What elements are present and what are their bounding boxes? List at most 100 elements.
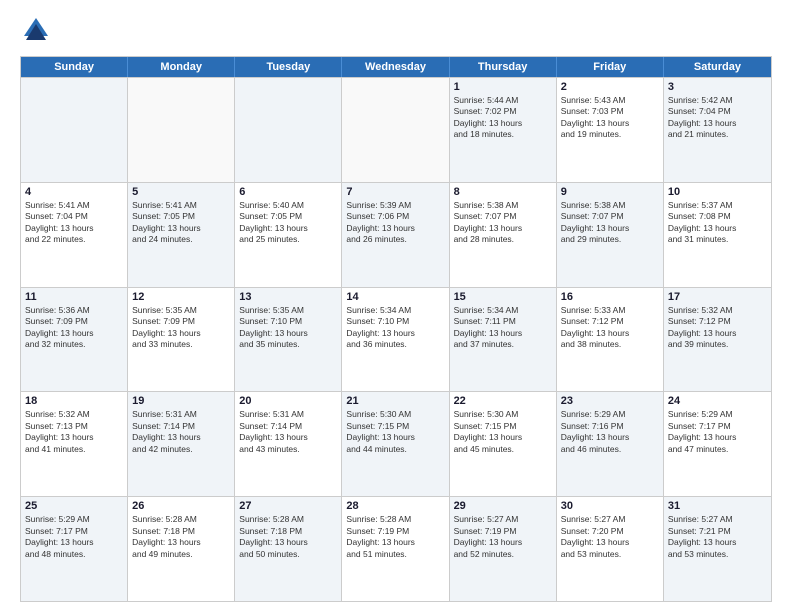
day-number: 8	[454, 186, 552, 198]
day-number: 26	[132, 500, 230, 512]
day-info: Sunrise: 5:28 AM Sunset: 7:19 PM Dayligh…	[346, 514, 444, 560]
day-info: Sunrise: 5:34 AM Sunset: 7:11 PM Dayligh…	[454, 305, 552, 351]
day-info: Sunrise: 5:35 AM Sunset: 7:10 PM Dayligh…	[239, 305, 337, 351]
day-number: 2	[561, 81, 659, 93]
day-info: Sunrise: 5:35 AM Sunset: 7:09 PM Dayligh…	[132, 305, 230, 351]
day-number: 3	[668, 81, 767, 93]
day-number: 23	[561, 395, 659, 407]
day-cell-12: 12 Sunrise: 5:35 AM Sunset: 7:09 PM Dayli…	[128, 288, 235, 392]
day-number: 7	[346, 186, 444, 198]
day-number: 15	[454, 291, 552, 303]
empty-cell	[235, 78, 342, 182]
logo	[20, 16, 58, 48]
day-number: 30	[561, 500, 659, 512]
day-number: 19	[132, 395, 230, 407]
day-info: Sunrise: 5:39 AM Sunset: 7:06 PM Dayligh…	[346, 200, 444, 246]
day-info: Sunrise: 5:30 AM Sunset: 7:15 PM Dayligh…	[346, 409, 444, 455]
day-cell-31: 31Sunrise: 5:27 AM Sunset: 7:21 PM Dayli…	[664, 497, 771, 601]
day-number: 6	[239, 186, 337, 198]
day-info: Sunrise: 5:31 AM Sunset: 7:14 PM Dayligh…	[132, 409, 230, 455]
day-info: Sunrise: 5:34 AM Sunset: 7:10 PM Dayligh…	[346, 305, 444, 351]
day-number: 11	[25, 291, 123, 303]
day-cell-10: 10 Sunrise: 5:37 AM Sunset: 7:08 PM Dayli…	[664, 183, 771, 287]
day-cell-29: 29Sunrise: 5:27 AM Sunset: 7:19 PM Dayli…	[450, 497, 557, 601]
day-info: Sunrise: 5:29 AM Sunset: 7:17 PM Dayligh…	[668, 409, 767, 455]
day-info: Sunrise: 5:29 AM Sunset: 7:17 PM Dayligh…	[25, 514, 123, 560]
day-info: Sunrise: 5:41 AM Sunset: 7:04 PM Dayligh…	[25, 200, 123, 246]
day-header-wednesday: Wednesday	[342, 57, 449, 77]
day-info: Sunrise: 5:37 AM Sunset: 7:08 PM Dayligh…	[668, 200, 767, 246]
day-cell-9: 9 Sunrise: 5:38 AM Sunset: 7:07 PM Daylig…	[557, 183, 664, 287]
day-info: Sunrise: 5:29 AM Sunset: 7:16 PM Dayligh…	[561, 409, 659, 455]
logo-icon	[20, 16, 52, 48]
calendar-row-3: 11 Sunrise: 5:36 AM Sunset: 7:09 PM Dayli…	[21, 287, 771, 392]
day-header-thursday: Thursday	[450, 57, 557, 77]
day-cell-16: 16Sunrise: 5:33 AM Sunset: 7:12 PM Dayli…	[557, 288, 664, 392]
header	[20, 16, 772, 48]
day-cell-23: 23 Sunrise: 5:29 AM Sunset: 7:16 PM Dayli…	[557, 392, 664, 496]
day-number: 18	[25, 395, 123, 407]
calendar-row-1: 1 Sunrise: 5:44 AM Sunset: 7:02 PM Daylig…	[21, 77, 771, 182]
calendar-row-4: 18Sunrise: 5:32 AM Sunset: 7:13 PM Dayli…	[21, 391, 771, 496]
day-info: Sunrise: 5:38 AM Sunset: 7:07 PM Dayligh…	[454, 200, 552, 246]
day-cell-13: 13 Sunrise: 5:35 AM Sunset: 7:10 PM Dayli…	[235, 288, 342, 392]
day-number: 4	[25, 186, 123, 198]
day-cell-17: 17 Sunrise: 5:32 AM Sunset: 7:12 PM Dayli…	[664, 288, 771, 392]
day-cell-8: 8 Sunrise: 5:38 AM Sunset: 7:07 PM Daylig…	[450, 183, 557, 287]
day-cell-25: 25 Sunrise: 5:29 AM Sunset: 7:17 PM Dayli…	[21, 497, 128, 601]
day-cell-30: 30 Sunrise: 5:27 AM Sunset: 7:20 PM Dayli…	[557, 497, 664, 601]
day-cell-14: 14 Sunrise: 5:34 AM Sunset: 7:10 PM Dayli…	[342, 288, 449, 392]
calendar: SundayMondayTuesdayWednesdayThursdayFrid…	[20, 56, 772, 602]
day-number: 9	[561, 186, 659, 198]
day-number: 13	[239, 291, 337, 303]
day-info: Sunrise: 5:31 AM Sunset: 7:14 PM Dayligh…	[239, 409, 337, 455]
day-info: Sunrise: 5:27 AM Sunset: 7:20 PM Dayligh…	[561, 514, 659, 560]
day-number: 21	[346, 395, 444, 407]
calendar-row-2: 4 Sunrise: 5:41 AM Sunset: 7:04 PM Daylig…	[21, 182, 771, 287]
day-cell-19: 19 Sunrise: 5:31 AM Sunset: 7:14 PM Dayli…	[128, 392, 235, 496]
day-cell-11: 11 Sunrise: 5:36 AM Sunset: 7:09 PM Dayli…	[21, 288, 128, 392]
day-cell-27: 27 Sunrise: 5:28 AM Sunset: 7:18 PM Dayli…	[235, 497, 342, 601]
day-number: 14	[346, 291, 444, 303]
day-cell-28: 28Sunrise: 5:28 AM Sunset: 7:19 PM Dayli…	[342, 497, 449, 601]
day-info: Sunrise: 5:36 AM Sunset: 7:09 PM Dayligh…	[25, 305, 123, 351]
day-info: Sunrise: 5:28 AM Sunset: 7:18 PM Dayligh…	[132, 514, 230, 560]
calendar-header: SundayMondayTuesdayWednesdayThursdayFrid…	[21, 57, 771, 77]
day-info: Sunrise: 5:27 AM Sunset: 7:21 PM Dayligh…	[668, 514, 767, 560]
day-info: Sunrise: 5:42 AM Sunset: 7:04 PM Dayligh…	[668, 95, 767, 141]
day-info: Sunrise: 5:28 AM Sunset: 7:18 PM Dayligh…	[239, 514, 337, 560]
day-number: 24	[668, 395, 767, 407]
day-header-saturday: Saturday	[664, 57, 771, 77]
day-cell-18: 18Sunrise: 5:32 AM Sunset: 7:13 PM Dayli…	[21, 392, 128, 496]
day-number: 10	[668, 186, 767, 198]
empty-cell	[21, 78, 128, 182]
day-info: Sunrise: 5:41 AM Sunset: 7:05 PM Dayligh…	[132, 200, 230, 246]
day-cell-4: 4 Sunrise: 5:41 AM Sunset: 7:04 PM Daylig…	[21, 183, 128, 287]
empty-cell	[128, 78, 235, 182]
day-info: Sunrise: 5:40 AM Sunset: 7:05 PM Dayligh…	[239, 200, 337, 246]
day-cell-24: 24 Sunrise: 5:29 AM Sunset: 7:17 PM Dayli…	[664, 392, 771, 496]
calendar-row-5: 25 Sunrise: 5:29 AM Sunset: 7:17 PM Dayli…	[21, 496, 771, 601]
day-number: 20	[239, 395, 337, 407]
day-cell-6: 6 Sunrise: 5:40 AM Sunset: 7:05 PM Daylig…	[235, 183, 342, 287]
day-info: Sunrise: 5:38 AM Sunset: 7:07 PM Dayligh…	[561, 200, 659, 246]
day-number: 16	[561, 291, 659, 303]
day-number: 1	[454, 81, 552, 93]
day-cell-2: 2Sunrise: 5:43 AM Sunset: 7:03 PM Daylig…	[557, 78, 664, 182]
day-info: Sunrise: 5:32 AM Sunset: 7:12 PM Dayligh…	[668, 305, 767, 351]
day-number: 25	[25, 500, 123, 512]
calendar-body: 1 Sunrise: 5:44 AM Sunset: 7:02 PM Daylig…	[21, 77, 771, 601]
day-cell-1: 1 Sunrise: 5:44 AM Sunset: 7:02 PM Daylig…	[450, 78, 557, 182]
day-cell-22: 22Sunrise: 5:30 AM Sunset: 7:15 PM Dayli…	[450, 392, 557, 496]
day-cell-21: 21 Sunrise: 5:30 AM Sunset: 7:15 PM Dayli…	[342, 392, 449, 496]
day-number: 27	[239, 500, 337, 512]
day-info: Sunrise: 5:44 AM Sunset: 7:02 PM Dayligh…	[454, 95, 552, 141]
day-number: 29	[454, 500, 552, 512]
day-cell-5: 5Sunrise: 5:41 AM Sunset: 7:05 PM Daylig…	[128, 183, 235, 287]
day-header-friday: Friday	[557, 57, 664, 77]
day-number: 17	[668, 291, 767, 303]
day-number: 22	[454, 395, 552, 407]
day-number: 12	[132, 291, 230, 303]
day-cell-26: 26 Sunrise: 5:28 AM Sunset: 7:18 PM Dayli…	[128, 497, 235, 601]
day-cell-3: 3 Sunrise: 5:42 AM Sunset: 7:04 PM Daylig…	[664, 78, 771, 182]
